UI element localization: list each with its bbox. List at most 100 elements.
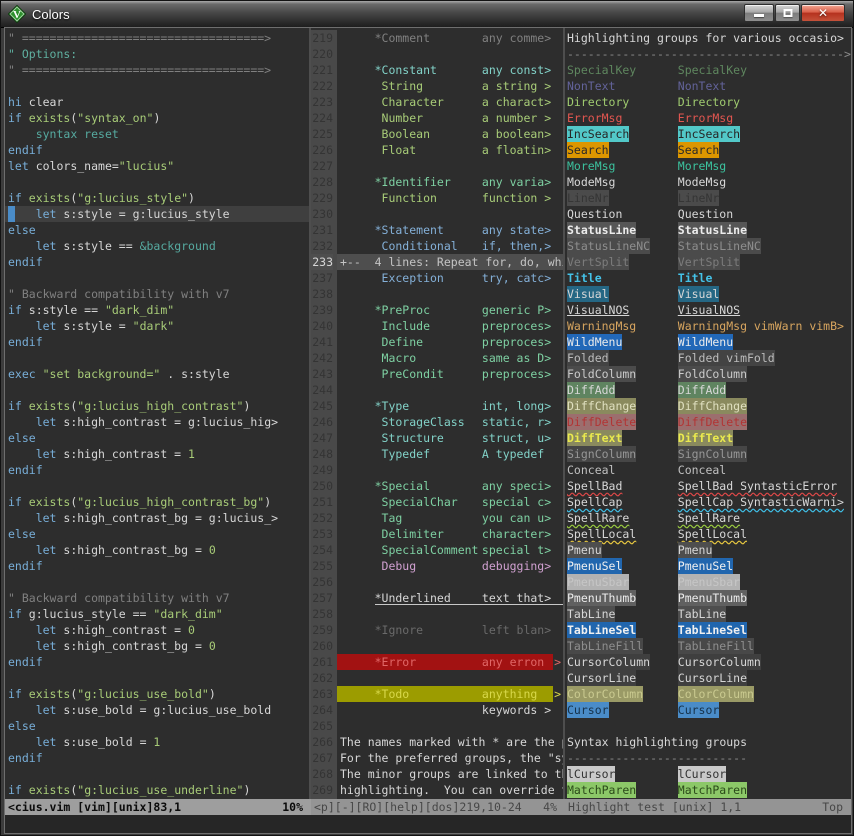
code-token: ModeMsg (567, 174, 615, 190)
code-token: special c> (482, 494, 551, 510)
line-number: 251 (311, 494, 333, 510)
code-token: " Options: (8, 47, 77, 61)
code-line: hi clear (5, 94, 309, 110)
code-token: Function (382, 190, 437, 206)
code-token: s:style == (29, 303, 105, 317)
code-line: syntax reset (5, 126, 309, 142)
code-token: SpellBad (567, 478, 622, 494)
code-line (5, 174, 309, 190)
code-token: keywords > (482, 702, 551, 718)
code-token: let (36, 703, 64, 717)
close-button[interactable]: ✕ (801, 4, 845, 22)
help-line: StorageClassstatic, r> (337, 414, 563, 430)
code-token: if (8, 399, 29, 413)
help-line: *Identifierany varia> (337, 174, 563, 190)
hl-sample-row: Highlighting groups for various occasio> (565, 30, 851, 46)
hl-sample-row: ModeMsgModeMsg (565, 174, 851, 190)
code-token: s:high_contrast = (63, 623, 188, 637)
code-token: anything (482, 686, 544, 702)
statusline-active: <cius.vim [vim][unix]83,1 10% (5, 799, 311, 815)
line-number: 250 (311, 478, 333, 494)
code-token: *Todo (375, 686, 410, 702)
code-token: colors_name= (36, 159, 119, 173)
code-token: a boolean> (482, 126, 551, 142)
title-bar[interactable]: V Colors ✕ (1, 1, 853, 28)
help-line: TypedefA typedef (337, 446, 563, 462)
code-line: if exists("g:lucius_high_contrast") (5, 398, 309, 414)
code-token: let (36, 447, 64, 461)
help-line: Includepreproces> (337, 318, 563, 334)
code-line: endif (5, 558, 309, 574)
code-token: StorageClass (382, 414, 465, 430)
code-line: " Backward compatibility with v7 (5, 286, 309, 302)
code-token: SpellRare (567, 510, 629, 526)
code-token: SpellCap (567, 494, 622, 510)
pane-colorscheme-source[interactable]: " ===================================>" … (5, 28, 309, 799)
line-number: 237 (311, 270, 333, 286)
code-line: endif (5, 334, 309, 350)
code-token: SpecialComment (382, 542, 479, 558)
help-line: SpecialCharspecial c> (337, 494, 563, 510)
hl-sample-row: NonText NonText (565, 78, 851, 94)
code-line: let s:style == &background (5, 238, 309, 254)
line-number: 225 (311, 126, 333, 142)
help-line: Tagyou can u> (337, 510, 563, 526)
code-token: text that> (482, 590, 551, 606)
code-token: NonText (678, 78, 726, 94)
code-token: endif (8, 143, 43, 157)
command-line[interactable] (5, 815, 851, 833)
help-line: SpecialCommentspecial t> (337, 542, 563, 558)
code-token: ) (243, 399, 250, 413)
statusline-help: <p][-][RO][help][dos]219,10-24 4% (311, 799, 565, 815)
code-token: MatchParen (678, 782, 747, 798)
code-token: endif (8, 751, 43, 765)
code-token: "g:lucius_high_contrast_bg" (77, 495, 264, 509)
hl-sample-row: FoldColumnFoldColumn (565, 366, 851, 382)
statusline-percent: 4% (543, 799, 565, 815)
code-token: endif (8, 335, 43, 349)
hl-sample-row: TitleTitle (565, 270, 851, 286)
code-token: FoldColumn (567, 366, 636, 382)
close-icon: ✕ (802, 6, 844, 20)
code-token: VertSplit (678, 254, 740, 270)
line-number: 233 (311, 254, 333, 270)
code-token: Question (678, 206, 733, 222)
code-token: else (8, 719, 36, 733)
code-token: DiffText (678, 430, 733, 446)
code-token: any const> (482, 62, 551, 78)
pane-highlight-test[interactable]: Highlighting groups for various occasio>… (565, 28, 851, 799)
code-token: Tag (382, 510, 403, 526)
code-token: g:lucius_style == (29, 607, 154, 621)
help-line (337, 606, 563, 622)
code-token: else (8, 223, 36, 237)
minimize-button[interactable] (744, 4, 774, 22)
help-line: *Commentany comme> (337, 30, 563, 46)
code-token: WarningMsg (567, 318, 636, 334)
hl-sample-row: SignColumnSignColumn (565, 446, 851, 462)
code-line: if exists("g:lucius_use_bold") (5, 686, 309, 702)
code-token: "syntax_on" (77, 111, 153, 125)
code-line: " Options: (5, 46, 309, 62)
hl-sample-row: QuestionQuestion (565, 206, 851, 222)
maximize-button[interactable] (775, 4, 800, 22)
hl-sample-row: PmenuSbarPmenuSbar (565, 574, 851, 590)
code-token: Delimiter (382, 526, 444, 542)
code-token: "lucius" (119, 159, 174, 173)
code-token: VisualNOS (567, 302, 629, 318)
code-token: let (36, 511, 64, 525)
code-line: let s:high_contrast_bg = 0 (5, 638, 309, 654)
code-token: " Backward compatibility with v7 (8, 287, 230, 301)
code-token: NonText (567, 78, 615, 94)
code-token: a charact> (482, 94, 551, 110)
line-number: 252 (311, 510, 333, 526)
code-token: ----------------------------------------… (567, 46, 851, 62)
code-token: Exception (382, 270, 444, 286)
code-token: CursorLine (678, 670, 747, 686)
line-number: 257 (311, 590, 333, 606)
help-line: Booleana boolean> (337, 126, 563, 142)
pane-help-syntax[interactable]: 2192202212222232242252262272282292302312… (311, 28, 563, 799)
hl-sample-row: ----------------------------------------… (565, 46, 851, 62)
code-token: s:use_bold = g:lucius_use_bold (63, 703, 271, 717)
code-token: character> (482, 526, 551, 542)
code-token: IncSearch (567, 126, 629, 142)
